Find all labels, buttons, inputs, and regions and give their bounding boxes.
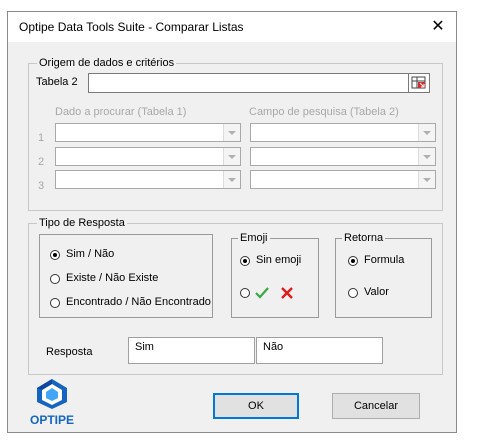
sin-emoji-label[interactable]: Sin emoji [256,254,301,266]
valor-label[interactable]: Valor [364,286,389,298]
dado-procurar-combo-1[interactable] [55,123,241,142]
dialog-window: Optipe Data Tools Suite - Comparar Lista… [7,11,457,433]
chevron-down-icon [418,124,435,141]
optipe-logo-icon [37,379,67,409]
row-number-1: 1 [38,132,45,144]
tipo-options-box: Sim / Não Existe / Não Existe Encontrado… [39,234,213,318]
dado-procurar-combo-2[interactable] [55,147,241,166]
radio-encontrado[interactable] [50,298,60,308]
origem-legend: Origem de dados e critérios [37,56,177,70]
option-existe-label[interactable]: Existe / Não Existe [66,272,158,284]
resposta-nao-input[interactable]: Não [256,337,383,364]
option-encontrado-label[interactable]: Encontrado / Não Encontrado [66,296,211,308]
ok-button[interactable]: OK [213,393,299,419]
window-title: Optipe Data Tools Suite - Comparar Lista… [19,20,244,34]
col1-header: Dado a procurar (Tabela 1) [55,106,187,118]
option-sim-nao-label[interactable]: Sim / Não [66,248,114,260]
tabela2-input[interactable] [88,73,409,93]
close-icon[interactable]: ✕ [420,12,456,42]
campo-pesquisa-combo-2[interactable] [250,147,436,166]
cross-icon [281,287,293,299]
chevron-down-icon [223,148,240,165]
radio-existe[interactable] [50,274,60,284]
optipe-logo: OPTIPE [28,376,76,430]
cancel-button[interactable]: Cancelar [332,393,420,419]
check-icon [255,287,269,299]
tipo-resposta-legend: Tipo de Resposta [37,216,127,230]
radio-sin-emoji[interactable] [240,256,250,266]
title-bar: Optipe Data Tools Suite - Comparar Lista… [8,12,456,42]
chevron-down-icon [418,171,435,188]
formula-label[interactable]: Formula [364,254,404,266]
emoji-group: Emoji Sin emoji [231,231,319,318]
chevron-down-icon [223,171,240,188]
range-select-icon [411,76,426,89]
optipe-logo-text: OPTIPE [30,413,75,427]
resposta-label: Resposta [46,346,93,358]
radio-sim-nao[interactable] [50,250,60,260]
retorna-legend: Retorna [342,231,386,245]
radio-formula[interactable] [348,256,358,266]
range-select-button[interactable] [408,73,430,93]
chevron-down-icon [223,124,240,141]
dado-procurar-combo-3[interactable] [55,170,241,189]
row-number-2: 2 [38,156,45,168]
chevron-down-icon [418,148,435,165]
radio-check-cross[interactable] [240,288,250,298]
tabela2-label: Tabela 2 [36,76,78,88]
origem-group: Origem de dados e critérios Tabela 2 Dad… [28,56,443,211]
row-number-3: 3 [38,180,45,192]
emoji-legend: Emoji [238,231,270,245]
campo-pesquisa-combo-1[interactable] [250,123,436,142]
resposta-sim-input[interactable]: Sim [128,337,255,364]
col2-header: Campo de pesquisa (Tabela 2) [249,106,399,118]
campo-pesquisa-combo-3[interactable] [250,170,436,189]
tipo-resposta-group: Tipo de Resposta Sim / Não Existe / Não … [28,216,443,375]
retorna-group: Retorna Formula Valor [335,231,432,318]
radio-valor[interactable] [348,288,358,298]
